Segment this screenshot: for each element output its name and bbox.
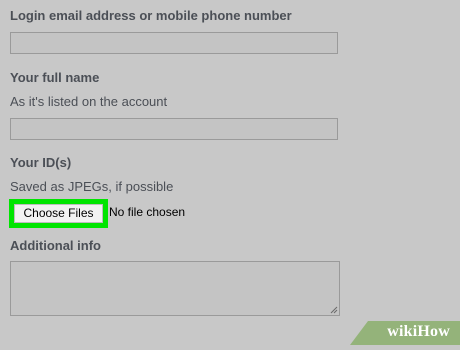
wikihow-watermark: wikiHow xyxy=(350,321,460,345)
watermark-text: wikiHow xyxy=(387,323,450,341)
file-status-text: No file chosen xyxy=(109,205,186,219)
choose-files-highlight: Choose Files xyxy=(9,199,108,228)
watermark-prefix: wiki xyxy=(387,323,418,340)
full-name-hint: As it's listed on the account xyxy=(10,94,168,109)
additional-info-textarea[interactable] xyxy=(10,261,340,316)
choose-files-button[interactable]: Choose Files xyxy=(14,204,103,223)
resize-handle-icon[interactable] xyxy=(330,306,338,314)
full-name-label: Your full name xyxy=(10,70,100,85)
watermark-suffix: How xyxy=(417,323,450,340)
login-label: Login email address or mobile phone numb… xyxy=(10,8,292,23)
id-label: Your ID(s) xyxy=(10,155,72,170)
additional-info-label: Additional info xyxy=(10,238,101,253)
id-hint: Saved as JPEGs, if possible xyxy=(10,179,174,194)
login-input[interactable] xyxy=(10,32,338,54)
full-name-input[interactable] xyxy=(10,118,338,140)
